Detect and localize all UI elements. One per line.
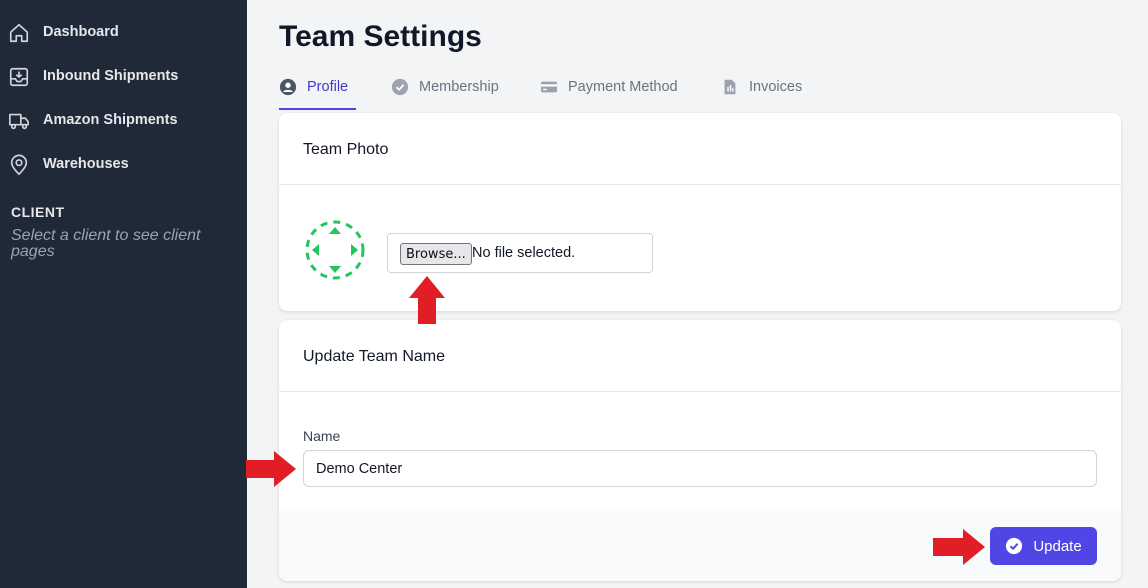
tab-label: Invoices: [749, 79, 803, 95]
team-name-input[interactable]: [303, 450, 1097, 487]
sidebar-item-warehouses[interactable]: Warehouses: [0, 144, 247, 184]
sidebar-item-label: Warehouses: [43, 156, 129, 172]
document-icon: [724, 79, 736, 95]
sidebar: Dashboard Inbound Shipments Amazon Shipm…: [0, 0, 247, 588]
sidebar-item-amazon-shipments[interactable]: Amazon Shipments: [0, 100, 247, 140]
settings-tabs: Profile Membership Payment Method Invoic…: [279, 64, 1121, 110]
team-photo-card: Team Photo Browse... No file selected.: [279, 113, 1121, 311]
sidebar-item-inbound-shipments[interactable]: Inbound Shipments: [0, 56, 247, 96]
name-field-label: Name: [303, 428, 341, 444]
map-pin-icon: [10, 154, 28, 176]
user-circle-icon: [279, 78, 297, 96]
annotation-arrow-right-icon: [933, 529, 985, 565]
truck-icon: [9, 113, 29, 130]
check-circle-icon: [391, 78, 409, 96]
tab-membership[interactable]: Membership: [391, 64, 499, 110]
browse-button[interactable]: Browse...: [400, 243, 472, 265]
update-button-label: Update: [1033, 537, 1082, 555]
tab-invoices[interactable]: Invoices: [721, 64, 802, 110]
home-icon: [9, 23, 29, 43]
tab-label: Membership: [419, 79, 499, 95]
inbox-download-icon: [9, 67, 29, 87]
sidebar-item-label: Inbound Shipments: [43, 68, 179, 84]
annotation-arrow-right-icon: [246, 451, 296, 487]
credit-card-icon: [540, 81, 558, 93]
sidebar-item-label: Dashboard: [43, 24, 119, 40]
team-photo-file-input[interactable]: Browse... No file selected.: [387, 233, 653, 273]
tab-label: Payment Method: [568, 79, 678, 95]
card-header: Team Photo: [279, 113, 1121, 185]
team-photo-title: Team Photo: [303, 141, 389, 158]
expand-arrows-icon: [305, 220, 365, 280]
check-circle-icon: [1006, 537, 1023, 555]
file-status-text: No file selected.: [472, 245, 576, 261]
tab-profile[interactable]: Profile: [279, 64, 356, 110]
team-name-card: Update Team Name Name Update: [279, 320, 1121, 581]
sidebar-item-dashboard[interactable]: Dashboard: [0, 12, 247, 52]
sidebar-item-label: Amazon Shipments: [43, 112, 178, 128]
card-header: Update Team Name: [279, 320, 1121, 392]
tab-label: Profile: [307, 79, 349, 95]
client-hint-text: Select a client to see client pages: [11, 227, 201, 260]
tab-payment-method[interactable]: Payment Method: [540, 64, 678, 110]
annotation-arrow-up-icon: [409, 276, 445, 324]
team-name-title: Update Team Name: [303, 348, 445, 365]
card-footer: Update: [279, 511, 1121, 581]
update-button[interactable]: Update: [990, 527, 1097, 565]
client-section-heading: CLIENT: [11, 204, 65, 220]
page-title: Team Settings: [279, 20, 482, 53]
